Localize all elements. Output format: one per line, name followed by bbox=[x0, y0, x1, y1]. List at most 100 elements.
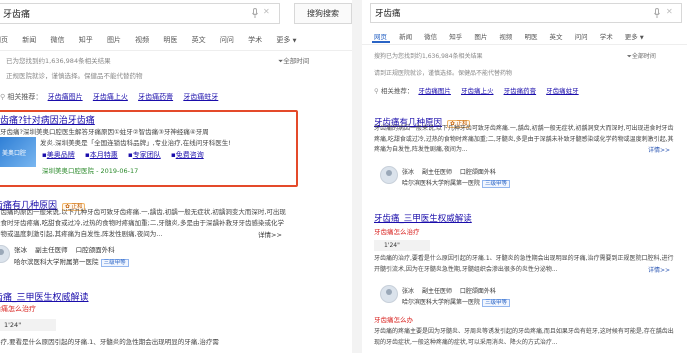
search-input[interactable]: 牙齿痛 ✕ bbox=[370, 3, 682, 23]
microphone-icon[interactable] bbox=[654, 8, 660, 18]
doctor-department: 口腔颌面外科 bbox=[75, 246, 115, 254]
search-button[interactable]: 搜狗搜索 bbox=[294, 3, 352, 24]
hospital-grade-badge: 三级甲等 bbox=[100, 259, 129, 267]
tab-video[interactable]: 视频 bbox=[499, 33, 512, 41]
result-count: 已为您找到约1,636,984条相关结果 bbox=[6, 57, 111, 65]
question-title[interactable]: 牙齿痛怎么治疗 bbox=[374, 226, 420, 236]
tab-mingyi[interactable]: 明医 bbox=[524, 33, 537, 41]
more-link[interactable]: 详情>> bbox=[648, 145, 671, 154]
chevron-down-icon[interactable]: ▼ bbox=[640, 35, 644, 41]
doctor-avatar[interactable] bbox=[380, 285, 398, 303]
result-title[interactable]: 齿痛_三甲医生权威解读 bbox=[0, 290, 89, 303]
related-link[interactable]: 牙齿痛图片 bbox=[418, 87, 451, 95]
result-snippet: 牙齿痛的原因一般来说,以下几种牙齿可致牙齿疼痛.一,龋齿,初龋一般无症状,初龋洞… bbox=[0, 208, 286, 238]
related-link[interactable]: 牙齿痛蛀牙 bbox=[546, 87, 579, 95]
tab-more[interactable]: 更多 bbox=[625, 33, 638, 41]
tab-wenwen[interactable]: 问问 bbox=[220, 36, 234, 44]
tab-weixin[interactable]: 微信 bbox=[424, 33, 437, 41]
ad-title[interactable]: 齿痛?针对病因治牙齿痛 bbox=[0, 113, 95, 126]
result-snippet: 牙齿痛的疼痛主要是因为牙髓炎、牙周炎等诱发引起的牙齿疼痛,而且如果牙齿有蛀牙,这… bbox=[374, 328, 674, 346]
right-screenshot-pane: 牙齿痛 ✕ 网页 新闻 微信 知乎 图片 视频 明医 英文 问问 学术 更多 ▼… bbox=[362, 0, 687, 353]
related-link[interactable]: 牙齿痛上火 bbox=[93, 93, 128, 101]
doctor-info: 张冰 副主任医师 口腔颌面外科 bbox=[402, 167, 496, 176]
ad-thumbnail-label: 美奥口腔 bbox=[2, 150, 27, 157]
related-searches: ⚲ 相关推荐： 牙齿痛图片 牙齿痛上火 牙齿痛药膏 牙齿痛蛀牙 bbox=[374, 85, 579, 95]
search-clear-icon[interactable]: ✕ bbox=[263, 7, 270, 16]
result-snippet: 牙齿痛的病因一般来说,以下几种牙齿可致牙齿疼痛.一,龋齿,初龋一般无症状,初龋洞… bbox=[374, 125, 674, 153]
medical-notice: 正规医院就诊，谨慎选择。保健品不能代替药物 bbox=[6, 72, 143, 80]
ad-site-url[interactable]: 深圳美奥口腔医院 - 2019-06-17 bbox=[42, 165, 138, 175]
hospital-name: 哈尔滨医科大学附属第一医院 bbox=[402, 180, 481, 187]
tab-zhihu[interactable]: 知乎 bbox=[79, 36, 93, 44]
search-input-value: 牙齿痛 bbox=[375, 9, 401, 19]
tab-images[interactable]: 图片 bbox=[474, 33, 487, 41]
result-snippet: 治疗,要看是什么原因引起的牙痛.1、牙髓炎的急性期会出现明显的牙痛,治疗需 bbox=[0, 338, 219, 346]
time-filter[interactable]: ⏷全部时间 bbox=[627, 51, 656, 61]
tab-mingyi[interactable]: 明医 bbox=[163, 36, 177, 44]
related-label: 相关推荐： bbox=[380, 87, 414, 95]
tab-video[interactable]: 视频 bbox=[135, 36, 149, 44]
search-input[interactable]: 牙齿痛 ✕ bbox=[0, 3, 280, 24]
related-searches: ⚲ 相关推荐： 牙齿痛图片 牙齿痛上火 牙齿痛药膏 牙齿痛蛀牙 bbox=[0, 92, 218, 102]
tab-more[interactable]: 更多 bbox=[276, 36, 290, 44]
ad-sitelinks: ▪美奥品牌 ▪本月特惠 ▪专家团队 ▪免费咨询 bbox=[42, 151, 204, 159]
doctor-avatar[interactable] bbox=[380, 166, 398, 184]
hospital-name: 哈尔滨医科大学附属第一医院 bbox=[402, 299, 481, 306]
search-icon: ⚲ bbox=[0, 93, 6, 101]
tab-images[interactable]: 图片 bbox=[107, 36, 121, 44]
tab-zhihu[interactable]: 知乎 bbox=[449, 33, 462, 41]
ad-thumbnail[interactable]: 美奥口腔 bbox=[0, 137, 36, 167]
audio-duration: 1'24" bbox=[384, 242, 400, 249]
audio-player[interactable]: 1'24" bbox=[374, 240, 430, 251]
result-snippet: 牙齿痛的治疗,要看是什么原因引起的牙痛.1、牙髓炎的急性期会出现明显的牙痛,治疗… bbox=[374, 255, 674, 273]
tab-news[interactable]: 新闻 bbox=[399, 33, 412, 41]
tab-web[interactable]: 网页 bbox=[374, 33, 387, 41]
question-title[interactable]: 齿痛怎么治疗 bbox=[0, 304, 36, 314]
ad-sitelink[interactable]: 免费咨询 bbox=[176, 151, 204, 159]
doctor-info: 张冰 副主任医师 口腔颌面外科 bbox=[402, 286, 496, 295]
hospital-name: 哈尔滨医科大学附属第一医院 bbox=[14, 258, 99, 266]
hospital-info: 哈尔滨医科大学附属第一医院 三级甲等 bbox=[14, 256, 129, 267]
vertical-tabs: 网页 新闻 微信 知乎 图片 视频 明医 英文 问问 学术 更多 ▼ bbox=[374, 31, 644, 41]
audio-player[interactable]: 1'24" bbox=[0, 319, 56, 331]
ad-description-line1: 牙齿痛?深圳美奥口腔医生解答牙痛原因①蛀牙②智齿痛③牙神经痛④牙周 bbox=[0, 128, 209, 136]
hospital-info: 哈尔滨医科大学附属第一医院 三级甲等 bbox=[402, 178, 510, 188]
related-link[interactable]: 牙齿痛药膏 bbox=[138, 93, 173, 101]
doctor-department: 口腔颌面外科 bbox=[459, 288, 496, 295]
doctor-name: 张冰 bbox=[402, 288, 415, 295]
doctor-department: 口腔颌面外科 bbox=[459, 169, 496, 176]
active-tab-indicator bbox=[372, 41, 390, 43]
tab-english[interactable]: 英文 bbox=[550, 33, 563, 41]
tab-web[interactable]: 网页 bbox=[0, 36, 8, 44]
tab-english[interactable]: 英文 bbox=[192, 36, 206, 44]
ad-sitelink[interactable]: 美奥品牌 bbox=[47, 151, 75, 159]
related-link[interactable]: 牙齿痛上火 bbox=[461, 87, 494, 95]
search-icon: ⚲ bbox=[374, 87, 379, 95]
related-link[interactable]: 牙齿痛图片 bbox=[48, 93, 83, 101]
related-link[interactable]: 牙齿痛药膏 bbox=[504, 87, 537, 95]
doctor-avatar[interactable] bbox=[0, 245, 10, 263]
doctor-info: 张冰 副主任医师 口腔颌面外科 bbox=[14, 244, 115, 254]
doctor-title: 副主任医师 bbox=[421, 288, 452, 295]
tab-xueshu[interactable]: 学术 bbox=[600, 33, 613, 41]
search-clear-icon[interactable]: ✕ bbox=[666, 7, 673, 16]
more-link[interactable]: 详情>> bbox=[258, 229, 282, 239]
more-link[interactable]: 详情>> bbox=[648, 265, 671, 274]
tab-wenwen[interactable]: 问问 bbox=[575, 33, 588, 41]
tab-weixin[interactable]: 微信 bbox=[50, 36, 64, 44]
ad-sitelink[interactable]: 专家团队 bbox=[133, 151, 161, 159]
microphone-icon[interactable] bbox=[252, 8, 258, 18]
related-link[interactable]: 牙齿痛蛀牙 bbox=[183, 93, 218, 101]
doctor-name: 张冰 bbox=[402, 169, 415, 176]
doctor-title: 副主任医师 bbox=[421, 169, 452, 176]
chevron-down-icon[interactable]: ▼ bbox=[293, 38, 297, 44]
search-input-value: 牙齿痛 bbox=[3, 10, 31, 20]
audio-duration: 1'24" bbox=[4, 321, 22, 329]
result-title[interactable]: 牙齿痛_三甲医生权威解读 bbox=[374, 212, 472, 224]
tab-news[interactable]: 新闻 bbox=[22, 36, 36, 44]
ad-sitelink[interactable]: 本月特惠 bbox=[90, 151, 118, 159]
tab-xueshu[interactable]: 学术 bbox=[248, 36, 262, 44]
doctor-name: 张冰 bbox=[14, 246, 27, 254]
question-title[interactable]: 牙齿痛怎么办 bbox=[374, 314, 413, 324]
time-filter[interactable]: ⏷全部时间 bbox=[278, 55, 309, 66]
